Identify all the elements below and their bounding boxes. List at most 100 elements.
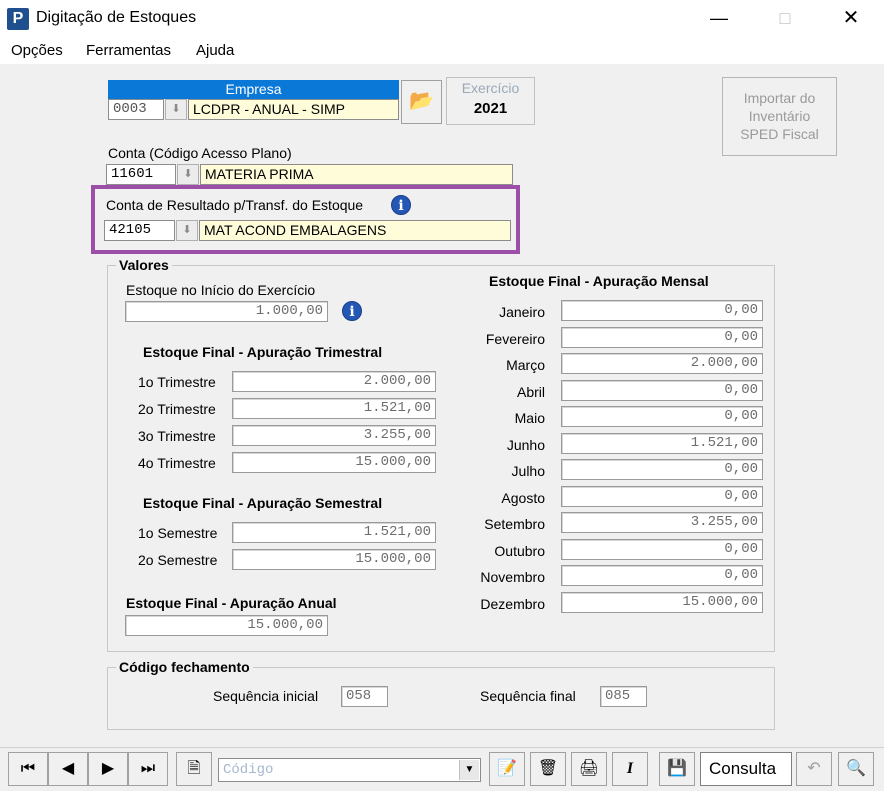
conta-name-field[interactable]: MATERIA PRIMA (200, 164, 513, 185)
first-record-button[interactable]: ⏮ (8, 752, 48, 786)
empresa-lookup-button[interactable]: ⬇ (165, 99, 187, 120)
anual-field[interactable]: 15.000,00 (125, 615, 328, 636)
seq-inicial-field[interactable]: 058 (341, 686, 388, 707)
menu-ferramentas[interactable]: Ferramentas (86, 42, 171, 59)
importar-label-line2: Inventário (748, 108, 811, 124)
mes-maio-field[interactable]: 0,00 (561, 406, 763, 427)
mes-novembro-label: Novembro (480, 569, 545, 585)
window-title: Digitação de Estoques (36, 9, 197, 26)
mes-marco-label: Março (506, 357, 545, 373)
mes-setembro-field[interactable]: 3.255,00 (561, 512, 763, 533)
empresa-code-field[interactable]: 0003 (108, 99, 164, 120)
mes-junho-field[interactable]: 1.521,00 (561, 433, 763, 454)
fechamento-group (107, 667, 775, 730)
open-folder-button[interactable]: 📂 (401, 80, 442, 124)
trimestre-4-field[interactable]: 15.000,00 (232, 452, 436, 473)
first-icon: ⏮ (20, 760, 36, 777)
app-icon: P (7, 8, 29, 30)
importar-label-line3: SPED Fiscal (740, 126, 819, 142)
mes-agosto-label: Agosto (501, 490, 545, 506)
mes-dezembro-label: Dezembro (480, 596, 545, 612)
semestre-2-label: 2o Semestre (138, 552, 218, 568)
last-icon: ⏭ (140, 760, 156, 777)
seq-final-label: Sequência final (480, 688, 576, 704)
trimestre-3-field[interactable]: 3.255,00 (232, 425, 436, 446)
trash-icon: 🗑 (537, 760, 559, 777)
prev-record-button[interactable]: ◀ (48, 752, 88, 786)
new-document-icon: 🗎 (187, 760, 201, 777)
undo-button[interactable]: ↶ (796, 752, 832, 786)
importar-sped-button[interactable]: Importar do Inventário SPED Fiscal (722, 77, 837, 156)
valores-title: Valores (116, 257, 172, 273)
info-icon[interactable]: i (342, 301, 362, 321)
anual-title: Estoque Final - Apuração Anual (126, 595, 337, 611)
estoque-inicio-label: Estoque no Início do Exercício (126, 282, 316, 298)
mes-abril-field[interactable]: 0,00 (561, 380, 763, 401)
search-button[interactable]: 🔍 (838, 752, 874, 786)
new-record-button[interactable]: 🗎 (176, 752, 212, 786)
mes-marco-field[interactable]: 2.000,00 (561, 353, 763, 374)
mes-dezembro-field[interactable]: 15.000,00 (561, 592, 763, 613)
menu-ajuda[interactable]: Ajuda (196, 42, 234, 59)
mes-julho-label: Julho (511, 463, 545, 479)
mes-outubro-label: Outubro (494, 543, 545, 559)
mes-setembro-label: Setembro (484, 516, 545, 532)
exercicio-label: Exercício (461, 80, 520, 96)
mensal-title: Estoque Final - Apuração Mensal (489, 273, 709, 289)
fechamento-title: Código fechamento (116, 659, 253, 675)
seq-final-field[interactable]: 085 (600, 686, 647, 707)
codigo-combo[interactable]: Código (218, 758, 481, 782)
last-record-button[interactable]: ⏭ (128, 752, 168, 786)
next-icon: ▶ (101, 760, 115, 777)
trimestre-4-label: 4o Trimestre (138, 455, 216, 471)
estoque-inicio-field[interactable]: 1.000,00 (125, 301, 328, 322)
trimestral-title: Estoque Final - Apuração Trimestral (143, 344, 383, 360)
semestral-title: Estoque Final - Apuração Semestral (143, 495, 383, 511)
next-record-button[interactable]: ▶ (88, 752, 128, 786)
seq-inicial-label: Sequência inicial (213, 688, 319, 704)
conta-resultado-code-field[interactable]: 42105 (104, 220, 175, 241)
mes-janeiro-label: Janeiro (499, 304, 545, 320)
edit-document-icon: 📝 (497, 760, 517, 777)
mes-janeiro-field[interactable]: 0,00 (561, 300, 763, 321)
mes-fevereiro-field[interactable]: 0,00 (561, 327, 763, 348)
mes-agosto-field[interactable]: 0,00 (561, 486, 763, 507)
semestre-1-field[interactable]: 1.521,00 (232, 522, 436, 543)
trimestre-1-label: 1o Trimestre (138, 374, 216, 390)
conta-resultado-name-field[interactable]: MAT ACOND EMBALAGENS (199, 220, 511, 241)
importar-label-line1: Importar do (743, 90, 816, 106)
conta-code-field[interactable]: 11601 (106, 164, 176, 185)
trimestre-3-label: 3o Trimestre (138, 428, 216, 444)
mes-fevereiro-label: Fevereiro (485, 331, 545, 347)
binoculars-icon: 🔍 (846, 760, 866, 777)
info-icon[interactable]: i (391, 195, 411, 215)
mes-novembro-field[interactable]: 0,00 (561, 565, 763, 586)
edit-button[interactable]: 📝 (489, 752, 525, 786)
conta-resultado-label: Conta de Resultado p/Transf. do Estoque (106, 197, 364, 213)
mes-junho-label: Junho (506, 437, 545, 453)
save-button[interactable]: 💾 (659, 752, 695, 786)
trimestre-2-field[interactable]: 1.521,00 (232, 398, 436, 419)
printer-icon: 🖨 (578, 760, 600, 777)
empresa-name-field[interactable]: LCDPR - ANUAL - SIMP (188, 99, 399, 120)
mes-outubro-field[interactable]: 0,00 (561, 539, 763, 560)
mes-julho-field[interactable]: 0,00 (561, 459, 763, 480)
prev-icon: ◀ (61, 760, 75, 777)
mes-abril-label: Abril (516, 384, 545, 400)
chevron-down-icon[interactable]: ▼ (459, 760, 479, 780)
conta-resultado-lookup-button[interactable]: ⬇ (176, 220, 198, 241)
italic-i-icon: I (626, 760, 634, 777)
close-button[interactable]: ✕ (828, 0, 874, 38)
menu-opcoes[interactable]: Opções (11, 42, 63, 59)
maximize-button[interactable]: □ (762, 0, 808, 38)
delete-button[interactable]: 🗑 (530, 752, 566, 786)
conta-lookup-button[interactable]: ⬇ (177, 164, 199, 185)
semestre-1-label: 1o Semestre (138, 525, 218, 541)
italic-info-button[interactable]: I (612, 752, 648, 786)
trimestre-1-field[interactable]: 2.000,00 (232, 371, 436, 392)
conta-label: Conta (Código Acesso Plano) (108, 145, 292, 161)
semestre-2-field[interactable]: 15.000,00 (232, 549, 436, 570)
floppy-disk-icon: 💾 (667, 760, 687, 777)
minimize-button[interactable]: — (696, 0, 742, 38)
print-button[interactable]: 🖨 (571, 752, 607, 786)
